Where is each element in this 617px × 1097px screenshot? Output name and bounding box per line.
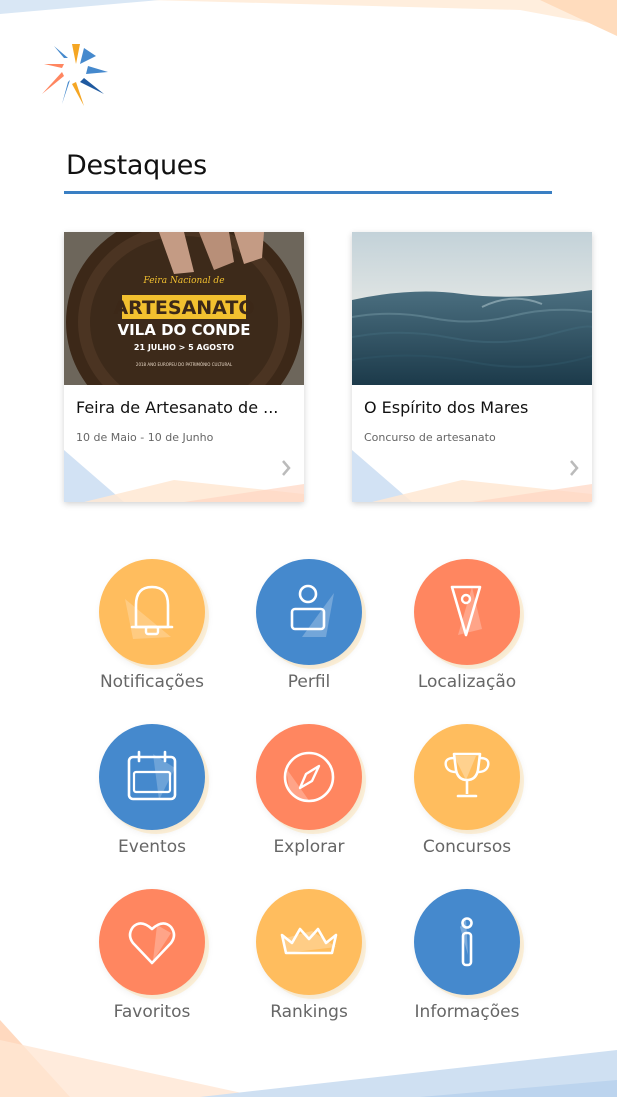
card-decoration (352, 450, 592, 502)
menu-label: Rankings (270, 1002, 348, 1022)
menu-label: Favoritos (113, 1002, 191, 1022)
trophy-icon (444, 752, 490, 798)
location-pin-icon (450, 585, 482, 637)
menu-icon-circle[interactable] (256, 559, 362, 665)
compass-icon (283, 751, 335, 803)
poster-line4: 21 JULHO > 5 AGOSTO (134, 343, 234, 352)
app-logo (42, 44, 108, 106)
highlight-card[interactable]: O Espírito dos Mares Concurso de artesan… (352, 232, 592, 502)
card-subtitle: Concurso de artesanato (364, 431, 496, 444)
menu-icon-circle[interactable] (256, 724, 362, 830)
menu-icon-circle[interactable] (99, 559, 205, 665)
menu-icon-circle[interactable] (414, 724, 520, 830)
menu-icon-circle[interactable] (99, 724, 205, 830)
card-image: Feira Nacional de ARTESANATO VILA DO CON… (64, 232, 304, 385)
calendar-icon (127, 750, 177, 801)
card-title: O Espírito dos Mares (364, 398, 529, 417)
card-date: 10 de Maio - 10 de Junho (76, 431, 214, 444)
card-decoration (64, 450, 304, 502)
user-icon (290, 584, 334, 637)
menu-informacoes[interactable]: Informações (387, 889, 547, 1039)
menu-eventos[interactable]: Eventos (72, 724, 232, 874)
top-decoration (0, 0, 617, 36)
card-image (352, 232, 592, 385)
chevron-right-icon[interactable] (568, 459, 580, 477)
poster-line2: ARTESANATO (113, 297, 254, 319)
menu-icon-circle[interactable] (414, 889, 520, 995)
menu-explorar[interactable]: Explorar (229, 724, 389, 874)
menu-perfil[interactable]: Perfil (229, 559, 389, 709)
menu-rankings[interactable]: Rankings (229, 889, 389, 1039)
menu-label: Notificações (99, 672, 205, 692)
poster-line5: 2018 ANO EUROPEU DO PATRIMÓNIO CULTURAL (136, 362, 233, 367)
menu-label: Eventos (118, 837, 186, 857)
menu-icon-circle[interactable] (99, 889, 205, 995)
section-divider (64, 191, 552, 194)
heart-icon (128, 922, 176, 965)
section-title: Destaques (66, 150, 207, 181)
menu-icon-circle[interactable] (256, 889, 362, 995)
menu-notificacoes[interactable]: Notificações (72, 559, 232, 709)
menu-label: Explorar (273, 837, 345, 857)
menu-label: Concursos (422, 837, 512, 857)
info-icon (460, 917, 473, 967)
card-title: Feira de Artesanato de ... (76, 398, 279, 417)
menu-icon-circle[interactable] (414, 559, 520, 665)
poster-line1: Feira Nacional de (142, 276, 224, 286)
poster-line3: VILA DO CONDE (117, 321, 250, 339)
chevron-right-icon[interactable] (280, 459, 292, 477)
menu-favoritos[interactable]: Favoritos (72, 889, 232, 1039)
menu-label: Localização (417, 672, 517, 692)
highlight-card[interactable]: Feira Nacional de ARTESANATO VILA DO CON… (64, 232, 304, 502)
crown-icon (280, 927, 338, 955)
menu-concursos[interactable]: Concursos (387, 724, 547, 874)
menu-label: Perfil (287, 672, 331, 692)
menu-localizacao[interactable]: Localização (387, 559, 547, 709)
menu-label: Informações (414, 1002, 520, 1022)
bell-icon (125, 585, 174, 639)
